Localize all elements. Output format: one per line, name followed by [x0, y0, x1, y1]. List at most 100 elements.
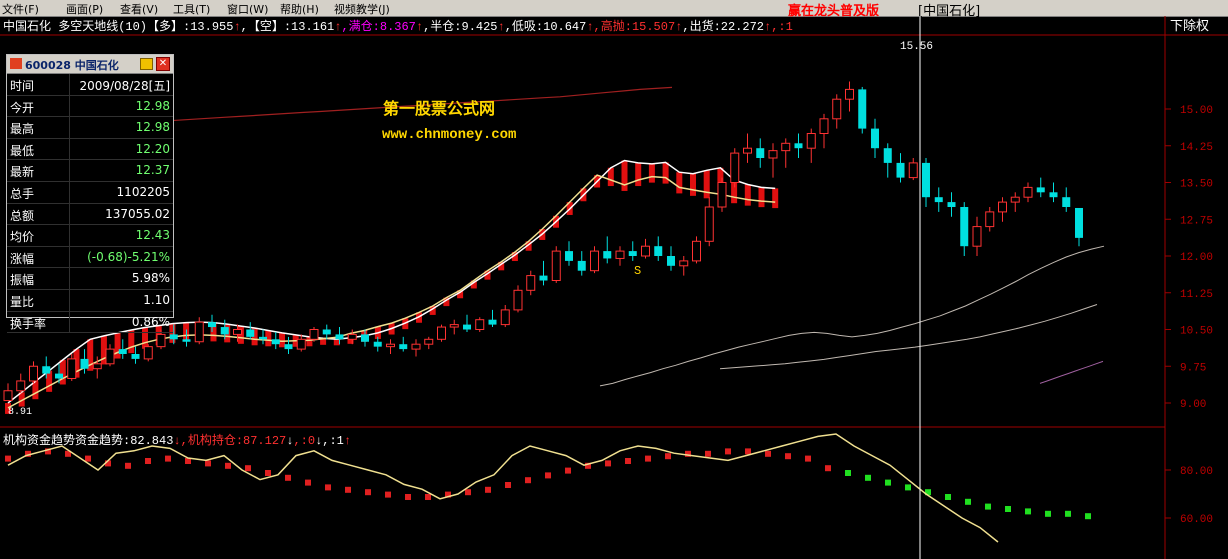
row-separator: [69, 138, 70, 160]
candle-body-up: [67, 358, 77, 379]
candle-body-up: [998, 201, 1007, 213]
hold-bar: [625, 458, 631, 464]
quote-label: 今开: [10, 100, 35, 115]
menu-tools[interactable]: 工具(T): [173, 1, 210, 17]
price-tick-label: 9.00: [1180, 399, 1206, 411]
hold-bar: [725, 448, 731, 455]
row-separator: [69, 117, 70, 138]
indicator-value-2: ,【空】:13.161: [241, 19, 335, 34]
menu-file[interactable]: 文件(F): [2, 1, 39, 17]
lower-indicator-value-0: 机构资金趋势资金趋势:82.843: [3, 432, 173, 448]
candle-body-down: [794, 143, 803, 149]
hold-bar: [265, 470, 271, 476]
candle-body-down: [1036, 187, 1045, 193]
quote-label: 量比: [10, 294, 35, 309]
band-bar: [744, 184, 751, 206]
candle-body-up: [730, 152, 740, 184]
band-bar: [621, 160, 628, 191]
quote-value: 1102205: [116, 184, 170, 199]
candle-body-down: [934, 197, 943, 203]
hold-bar: [125, 462, 131, 469]
band-bar: [772, 188, 779, 209]
lower-axis: 80.00 60.00: [1165, 466, 1213, 526]
row-separator: [69, 289, 70, 311]
candle-body-down: [960, 207, 969, 247]
quote-window-titlebar[interactable]: 600028 中国石化 ✕: [7, 55, 173, 74]
candle-body-down: [55, 373, 63, 379]
lower-tick-label: 80.00: [1180, 466, 1213, 478]
hold-bar: [645, 455, 651, 462]
indicator-top-line: 中国石化 多空天地线(10)【多】:13.955↑,【空】:13.161↑,满仓…: [3, 18, 793, 34]
band-bar: [128, 329, 135, 354]
split-adjust-label[interactable]: 下除权: [1170, 18, 1209, 34]
quote-label: 最低: [10, 143, 35, 158]
lower-tick-label: 60.00: [1180, 514, 1213, 526]
hold-bar: [245, 465, 251, 472]
candle-body-down: [488, 319, 497, 325]
hold-bar: [765, 450, 771, 457]
candle-body-up: [233, 329, 242, 335]
mid-line-3: [1039, 360, 1104, 384]
candle-body-up: [832, 98, 842, 120]
quote-row: 时间 2009/08/28[五]: [7, 74, 173, 96]
minimize-icon[interactable]: [140, 58, 153, 70]
menu-window[interactable]: 窗口(W): [227, 1, 268, 17]
candle-body-up: [704, 206, 714, 242]
hold-bar: [905, 484, 911, 491]
price-tick-label: 14.25: [1180, 142, 1213, 154]
menu-view-picture[interactable]: 画面(P): [66, 1, 103, 17]
quote-row: 最新 12.37: [7, 160, 173, 182]
lower-indicator-value-2: ,机构持仓:87.127: [181, 432, 287, 448]
indicator-value-6: ,半仓:9.425: [423, 19, 497, 34]
fund-trend-line: [7, 433, 999, 543]
hold-bar: [85, 455, 91, 462]
menu-view[interactable]: 查看(V): [120, 1, 158, 17]
indicator-value-0: 【多】:13.955: [147, 19, 233, 34]
candle-body-up: [743, 147, 752, 154]
indicator-value-9: ↑: [586, 20, 593, 34]
price-tick-label: 11.25: [1180, 289, 1213, 301]
stock-chart[interactable]: 中国石化 多空天地线(10)【多】:13.955↑,【空】:13.161↑,满仓…: [0, 16, 1228, 559]
hold-bar: [605, 460, 611, 467]
hold-bar: [425, 494, 431, 500]
candle-body-up: [156, 333, 166, 348]
stock-name: 中国石化: [3, 18, 58, 34]
quote-label: 均价: [10, 230, 35, 245]
hold-bar: [1005, 506, 1011, 512]
candle-body-down: [284, 344, 293, 350]
indicator-value-13: ↑,:1: [764, 20, 793, 34]
quote-row: 今开 12.98: [7, 95, 173, 118]
quote-row: 涨幅 (-0.68)-5.21%: [7, 246, 173, 269]
hold-bar: [1085, 513, 1091, 520]
menu-help[interactable]: 帮助(H): [280, 1, 319, 17]
candle-body-up: [717, 182, 727, 208]
quote-value: 0.86%: [131, 314, 170, 329]
candle-body-up: [500, 309, 510, 326]
quote-window[interactable]: 600028 中国石化 ✕ 时间 2009/08/28[五] 今开 12.98 最高 12…: [6, 54, 174, 334]
candle-body-up: [615, 250, 625, 259]
candle-body-down: [539, 275, 548, 281]
close-icon[interactable]: ✕: [156, 57, 170, 71]
candle-body-up: [1023, 186, 1033, 198]
quote-row: 振幅 5.98%: [7, 268, 173, 290]
hold-bar: [845, 470, 851, 476]
candle-body-up: [411, 343, 421, 350]
indicator-value-10: ,高抛:15.507: [594, 18, 676, 34]
row-separator: [69, 160, 70, 181]
sell-signal-label: S: [634, 264, 641, 278]
hold-bar: [385, 491, 391, 498]
candle-body-down: [756, 148, 765, 158]
candle-body-up: [449, 324, 459, 328]
menu-video-tutorial[interactable]: 视频教学(J): [334, 1, 390, 17]
hold-bar: [325, 484, 331, 491]
indicator-value-3: ↑: [334, 20, 341, 34]
candle-body-down: [373, 341, 382, 347]
price-tick-label: 12.00: [1180, 252, 1213, 264]
candle-body-down: [603, 251, 612, 259]
candle-body-down: [871, 128, 879, 149]
mid-line-2: [719, 304, 1098, 370]
quote-row: 总额 137055.02: [7, 203, 173, 226]
quote-value: 137055.02: [105, 206, 170, 221]
candle-body-down: [182, 339, 191, 342]
hold-bar: [145, 458, 151, 464]
